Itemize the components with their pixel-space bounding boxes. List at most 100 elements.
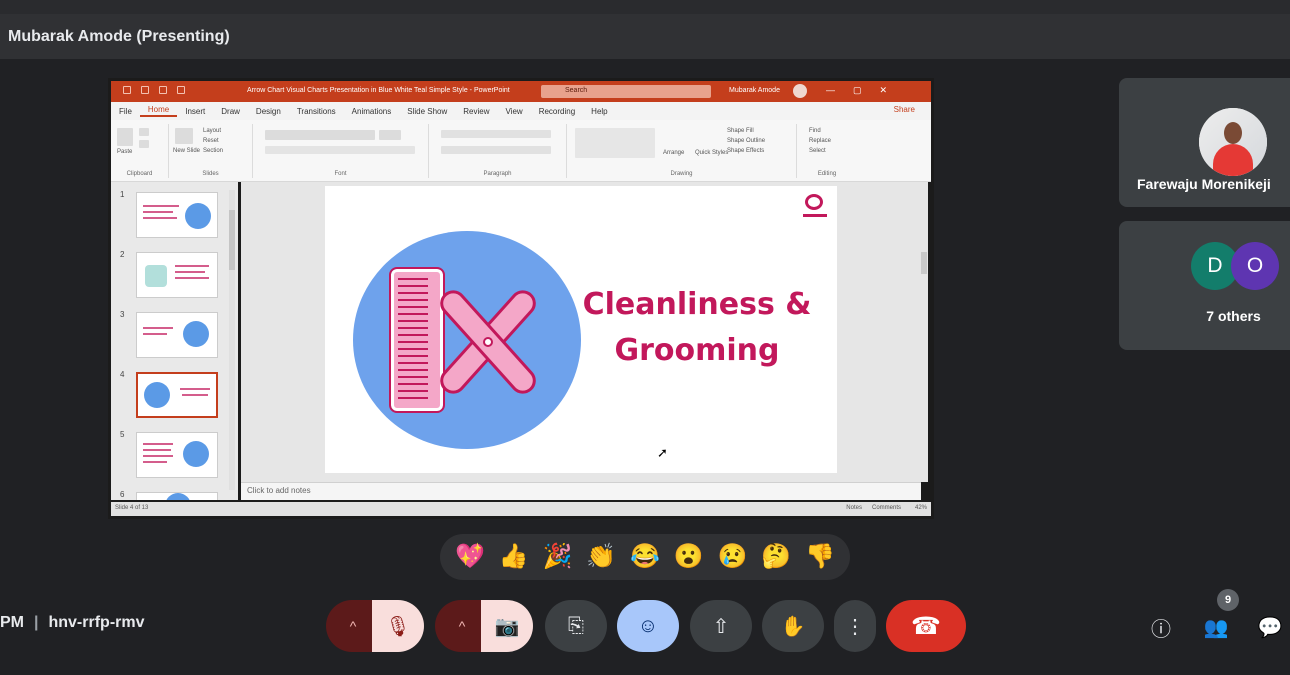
camera-toggle-button[interactable]: 📷: [481, 600, 533, 652]
slide-thumbnail-panel: 1 2 3 4 5 6: [111, 182, 238, 500]
slide-title-line2: Grooming: [614, 333, 780, 368]
redo-icon: [159, 86, 167, 94]
font-format-row: [265, 146, 415, 154]
participant-avatar: [1199, 108, 1267, 176]
top-strip: [0, 0, 1290, 14]
arrange-label: Arrange: [663, 150, 685, 156]
tab-transitions: Transitions: [296, 106, 336, 116]
reaction-surprised[interactable]: 😮: [674, 542, 704, 572]
thumb-number: 2: [120, 250, 125, 259]
undo-icon: [141, 86, 149, 94]
group-paragraph: Paragraph: [429, 124, 567, 178]
notes-toggle: Notes: [846, 505, 862, 511]
more-vert-icon: ⋮: [845, 615, 865, 638]
reaction-laughing[interactable]: 😂: [630, 542, 660, 572]
reaction-crying[interactable]: 😢: [718, 542, 748, 572]
reaction-thinking[interactable]: 🤔: [761, 542, 791, 572]
tab-recording: Recording: [538, 106, 576, 116]
captions-icon: ⎘: [568, 614, 584, 637]
chevron-up-icon: ^: [349, 618, 357, 634]
group-drawing-label: Drawing: [670, 171, 693, 177]
layout-label: Layout: [203, 128, 222, 134]
chat-icon: 💬: [1257, 616, 1283, 639]
emoji-icon: ☺: [637, 614, 659, 637]
send-reaction-button[interactable]: ☺: [617, 600, 679, 652]
ppt-search-box: Search: [541, 85, 711, 98]
meeting-details-button[interactable]: ⓘ: [1146, 612, 1176, 642]
slide-logo: [803, 194, 827, 220]
raise-hand-button[interactable]: ✋: [762, 600, 824, 652]
participant-count-badge: 9: [1217, 589, 1239, 611]
new-slide-icon: [175, 128, 193, 144]
copy-icon: [139, 140, 149, 148]
font-size-box: [379, 130, 401, 140]
tab-home: Home: [139, 105, 178, 117]
mic-toggle-button[interactable]: 🎙: [372, 600, 424, 652]
participant-initial-chip: O: [1231, 242, 1279, 290]
tab-insert: Insert: [185, 106, 206, 116]
tab-help: Help: [591, 106, 608, 116]
leave-call-button[interactable]: ☎: [886, 600, 966, 652]
thumb-number: 3: [120, 310, 125, 319]
quick-styles-label: Quick Styles: [695, 150, 729, 156]
group-drawing: Arrange Quick Styles Shape Fill Shape Ou…: [567, 124, 797, 178]
shared-screen: Arrow Chart Visual Charts Presentation i…: [108, 78, 934, 519]
meeting-info: PM | hnv-rrfp-rmv: [0, 614, 145, 631]
group-clipboard: Paste Clipboard: [111, 124, 169, 178]
participant-tile[interactable]: Farewaju Morenikeji: [1119, 78, 1290, 207]
status-right: Notes Comments: [846, 505, 901, 511]
thumb-preview: [136, 432, 218, 478]
ppt-window-title: Arrow Chart Visual Charts Presentation i…: [247, 87, 510, 94]
reaction-thumbs-down[interactable]: 👎: [805, 542, 835, 572]
ppt-share-button: Share: [893, 105, 915, 114]
ppt-ribbon: Paste Clipboard New Slide Layout Reset S…: [111, 120, 931, 182]
meet-window: Mubarak Amode (Presenting) Arrow Chart V…: [0, 0, 1290, 675]
shapes-gallery: [575, 128, 655, 158]
new-slide-label: New Slide: [173, 148, 201, 154]
people-button[interactable]: 👥: [1201, 612, 1231, 642]
zoom-level: 42%: [914, 505, 927, 511]
thumbnail-slide-3: 3: [116, 308, 234, 362]
thumb-preview: [136, 192, 218, 238]
others-tile[interactable]: D O 7 others: [1119, 221, 1290, 350]
close-icon: ✕: [879, 85, 888, 95]
tab-draw: Draw: [221, 106, 240, 116]
chat-button[interactable]: 💬: [1255, 612, 1285, 642]
meeting-code: hnv-rrfp-rmv: [48, 614, 145, 631]
reaction-sparkling-heart[interactable]: 💖: [455, 542, 485, 572]
thumb-number: 5: [120, 430, 125, 439]
reaction-party-popper[interactable]: 🎉: [542, 542, 572, 572]
slide-title-line1: Cleanliness &: [582, 287, 812, 322]
ppt-titlebar: Arrow Chart Visual Charts Presentation i…: [111, 81, 931, 102]
thumb-preview: [136, 312, 218, 358]
tab-view: View: [505, 106, 523, 116]
slide-circle-graphic: [353, 231, 581, 449]
meeting-time: PM: [0, 614, 24, 631]
reaction-clapping[interactable]: 👏: [586, 542, 616, 572]
present-now-button[interactable]: ⇧: [690, 600, 752, 652]
mouse-cursor-icon: ➚: [657, 445, 668, 460]
reaction-thumbs-up[interactable]: 👍: [499, 542, 529, 572]
thumbnail-slide-2: 2: [116, 248, 234, 302]
reset-label: Reset: [203, 138, 219, 144]
reactions-bar: 💖 👍 🎉 👏 😂 😮 😢 🤔 👎: [440, 534, 850, 580]
group-font-label: Font: [334, 171, 347, 177]
font-name-box: [265, 130, 375, 140]
replace-label: Replace: [809, 138, 832, 144]
mic-off-icon: 🎙: [385, 615, 411, 638]
thumbnail-slide-4: 4: [116, 368, 234, 422]
ppt-status-bar: Slide 4 of 13 Notes Comments 42%: [111, 502, 931, 516]
captions-button[interactable]: ⎘: [545, 600, 607, 652]
group-slides: New Slide Layout Reset Section Slides: [169, 124, 253, 178]
ppt-search-placeholder: Search: [565, 87, 588, 94]
ppt-ribbon-tabs: File Home Insert Draw Design Transitions…: [111, 102, 931, 120]
thumbnail-slide-6: 6: [116, 488, 234, 500]
thumb-number: 1: [120, 190, 125, 199]
group-clipboard-label: Clipboard: [126, 171, 153, 177]
ppt-window-controls: — ▢ ✕: [826, 85, 887, 96]
more-options-button[interactable]: ⋮: [834, 600, 876, 652]
ppt-user-name: Mubarak Amode: [729, 87, 780, 94]
end-call-icon: ☎: [911, 612, 941, 640]
cut-icon: [139, 128, 149, 136]
paste-icon: [117, 128, 133, 146]
